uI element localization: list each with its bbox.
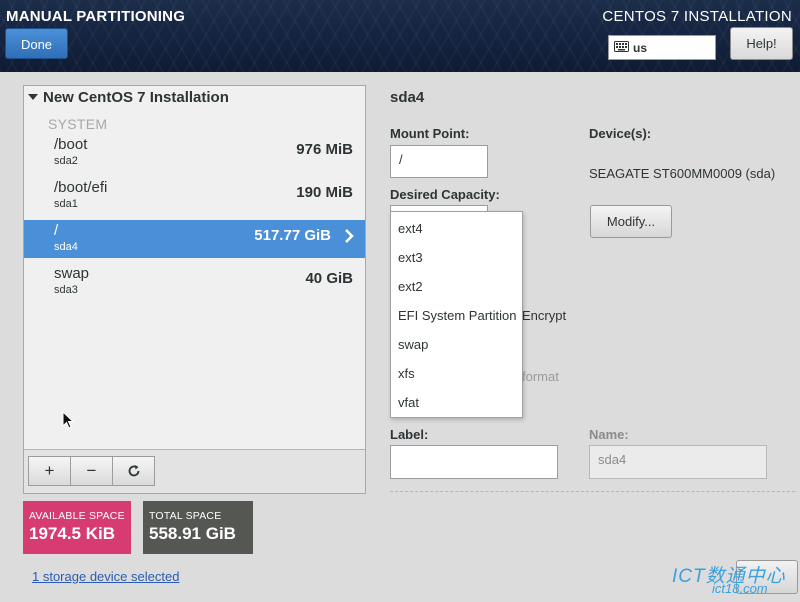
menu-item-ext3[interactable]: ext3 (398, 250, 423, 265)
mouse-cursor-icon (62, 411, 74, 429)
menu-item-ext2[interactable]: ext2 (398, 279, 423, 294)
done-button[interactable]: Done (5, 28, 68, 59)
partition-details-title: sda4 (390, 89, 425, 106)
total-space-label: TOTAL SPACE (149, 510, 222, 522)
reformat-checkbox-label[interactable]: format (522, 369, 559, 384)
devices-label: Device(s): (589, 126, 652, 141)
partition-size: 517.77 GiB (254, 227, 331, 244)
name-input: sda4 (589, 445, 767, 479)
mount-point-label: Mount Point: (390, 126, 470, 141)
partition-row-root[interactable]: / sda4 517.77 GiB (24, 220, 365, 258)
partition-device: sda1 (54, 198, 78, 210)
menu-item-xfs[interactable]: xfs (398, 366, 415, 381)
total-space-value: 558.91 GiB (149, 524, 236, 543)
desired-capacity-label: Desired Capacity: (390, 187, 500, 202)
header-bar: MANUAL PARTITIONING Done CENTOS 7 INSTAL… (0, 0, 800, 72)
label-field-label: Label: (390, 427, 429, 442)
total-space-box: TOTAL SPACE 558.91 GiB (143, 501, 253, 554)
storage-device-link[interactable]: 1 storage device selected (32, 569, 179, 584)
remove-partition-button[interactable]: − (70, 456, 113, 486)
product-title: CENTOS 7 INSTALLATION (602, 8, 792, 25)
partition-size: 40 GiB (305, 270, 353, 287)
partition-device: sda4 (54, 241, 78, 253)
name-field-label: Name: (589, 427, 629, 442)
menu-item-ext4[interactable]: ext4 (398, 221, 423, 236)
partition-mount: / (54, 222, 59, 239)
modify-button[interactable]: Modify... (590, 205, 672, 238)
menu-item-swap[interactable]: swap (398, 337, 428, 352)
partition-size: 976 MiB (296, 141, 353, 158)
refresh-icon (128, 465, 139, 477)
available-space-label: AVAILABLE SPACE (29, 510, 125, 522)
keyboard-icon (614, 41, 629, 52)
keyboard-layout-indicator[interactable]: us (608, 35, 716, 60)
add-partition-button[interactable]: + (28, 456, 71, 486)
encrypt-checkbox-label[interactable]: Encrypt (522, 308, 566, 323)
expand-triangle-icon (28, 94, 38, 100)
partition-row-boot-efi[interactable]: /boot/efi sda1 190 MiB (24, 177, 365, 215)
partition-mount: /boot/efi (54, 179, 108, 196)
keyboard-layout-label: us (633, 41, 648, 55)
partition-size: 190 MiB (296, 184, 353, 201)
page-title: MANUAL PARTITIONING (6, 8, 186, 25)
partition-mount: swap (54, 265, 90, 282)
partition-row-swap[interactable]: swap sda3 40 GiB (24, 263, 365, 301)
installation-label: New CentOS 7 Installation (43, 89, 229, 106)
chevron-right-icon (345, 229, 354, 243)
partition-tree-panel: New CentOS 7 Installation SYSTEM /boot s… (23, 85, 366, 494)
mount-point-field[interactable]: / (390, 145, 488, 178)
partition-device: sda3 (54, 284, 78, 296)
label-input[interactable] (390, 445, 558, 479)
section-divider (390, 491, 795, 492)
filesystem-dropdown-menu[interactable]: ext4 ext3 ext2 EFI System Partition swap… (390, 211, 523, 418)
partition-mount: /boot (54, 136, 88, 153)
system-group-label: SYSTEM (48, 116, 108, 132)
help-button[interactable]: Help! (730, 27, 793, 60)
menu-item-efi-system-partition[interactable]: EFI System Partition (398, 308, 516, 323)
menu-item-vfat[interactable]: vfat (398, 395, 419, 410)
refresh-button[interactable] (112, 456, 155, 486)
partition-row-boot[interactable]: /boot sda2 976 MiB (24, 134, 365, 172)
watermark: ICT数通中心 ict18.com (672, 561, 792, 599)
available-space-value: 1974.5 KiB (29, 524, 115, 543)
installation-header[interactable]: New CentOS 7 Installation (28, 89, 229, 106)
partition-toolbar: + − (24, 449, 365, 493)
partition-device: sda2 (54, 155, 78, 167)
device-name: SEAGATE ST600MM0009 (sda) (589, 166, 776, 181)
watermark-sub: ict18.com (712, 581, 768, 596)
available-space-box: AVAILABLE SPACE 1974.5 KiB (23, 501, 131, 554)
